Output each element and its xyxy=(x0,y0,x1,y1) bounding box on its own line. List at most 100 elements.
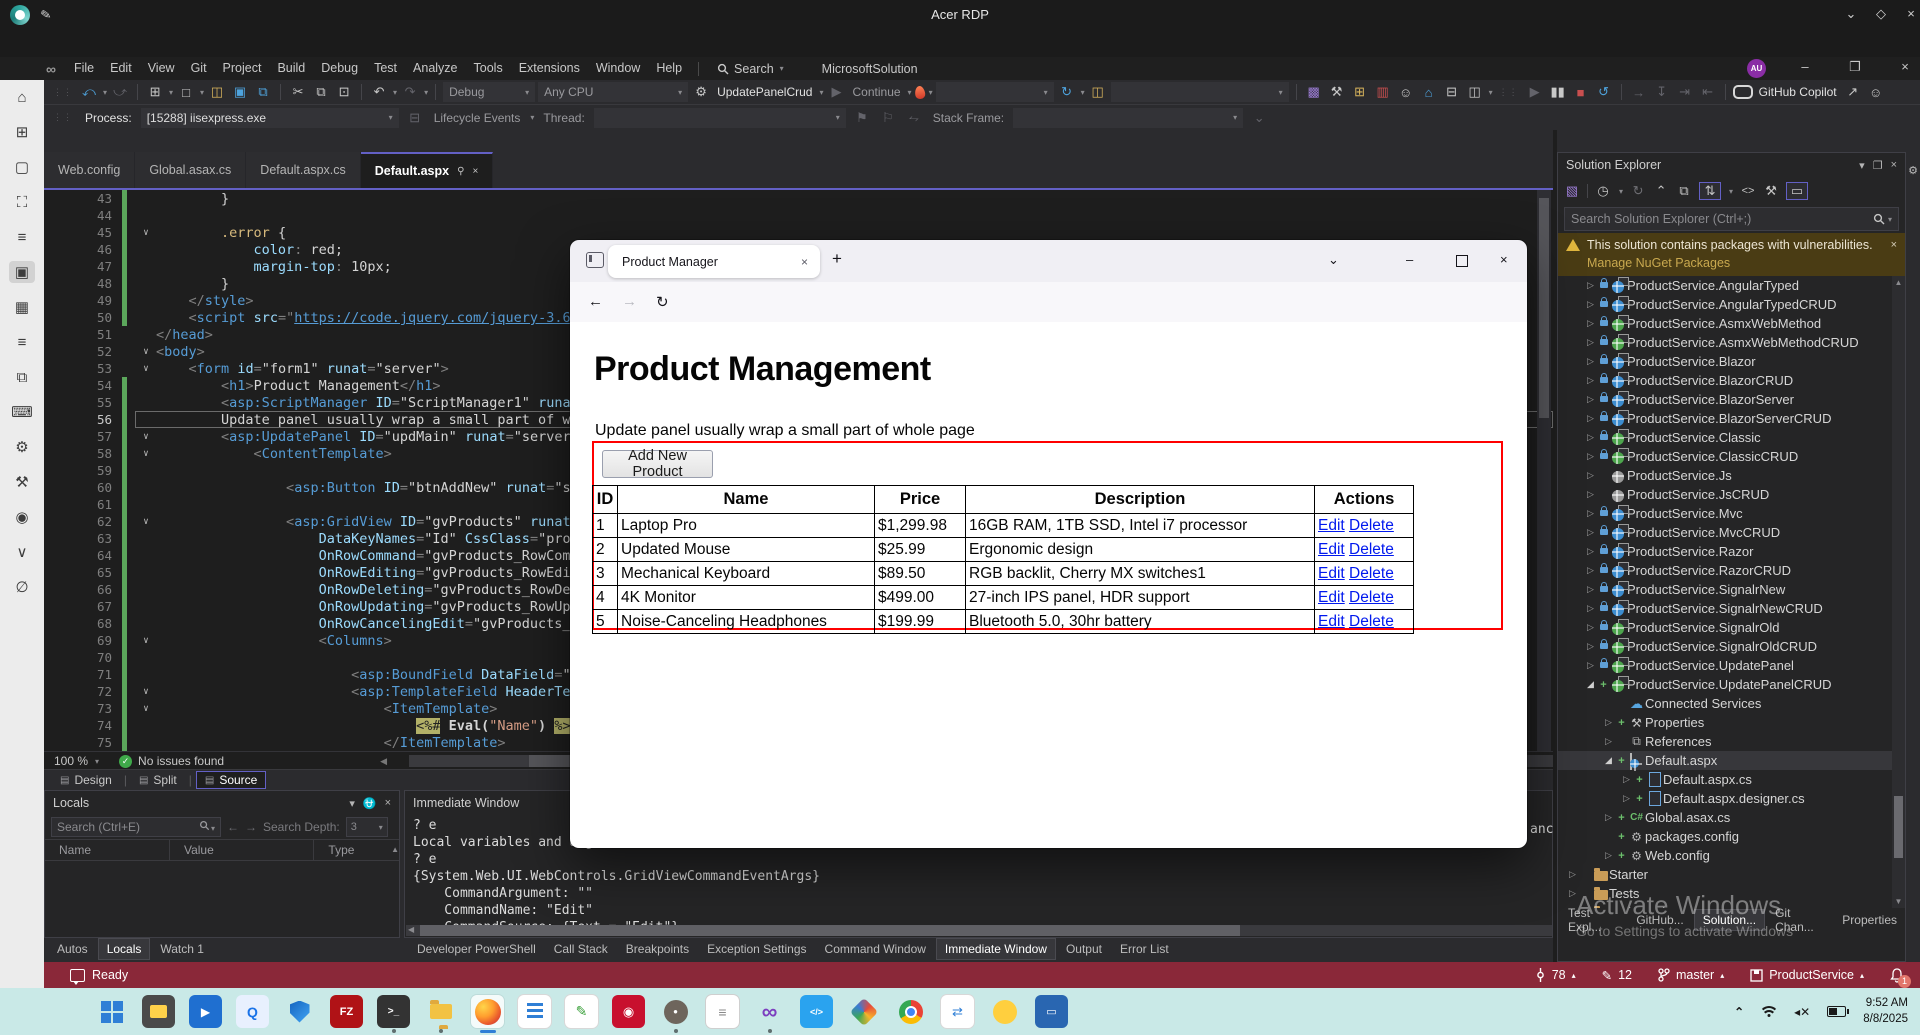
open-file-icon[interactable]: ◫ xyxy=(207,82,227,102)
tree-item-productservice-classic[interactable]: ▷ ProductService.Classic xyxy=(1558,428,1905,447)
solution-explorer-title-bar[interactable]: Solution Explorer ▾ ❐ × xyxy=(1558,153,1905,177)
manage-nuget-link[interactable]: Manage NuGet Packages xyxy=(1587,256,1897,270)
bottom-tab-immediate-window[interactable]: Immediate Window xyxy=(935,938,1056,960)
tree-item-properties[interactable]: ▷ + ⚒ Properties xyxy=(1558,713,1905,732)
unlink-icon[interactable]: ∅ xyxy=(9,576,35,598)
sync-with-active-document-icon[interactable]: ⇅ xyxy=(1699,182,1722,200)
collapsed-arrow-icon[interactable]: ▷ xyxy=(1584,565,1597,576)
menu-view[interactable]: View xyxy=(140,57,183,80)
gear-icon[interactable]: ⚙ xyxy=(1908,165,1918,177)
irfanview-icon[interactable]: ◉ xyxy=(612,995,645,1028)
menu-debug[interactable]: Debug xyxy=(313,57,366,80)
bottom-tab-exception-settings[interactable]: Exception Settings xyxy=(699,939,814,959)
add-document-icon[interactable]: ⊞ xyxy=(9,121,35,143)
collapsed-arrow-icon[interactable]: ▷ xyxy=(1584,280,1597,291)
pin-icon[interactable]: ⛎ xyxy=(363,797,377,810)
redo-icon[interactable]: ↷ xyxy=(400,82,420,102)
menu-window[interactable]: Window xyxy=(588,57,648,80)
cpu-select[interactable]: Any CPU ▾ xyxy=(538,82,689,102)
menu-project[interactable]: Project xyxy=(215,57,270,80)
tree-item-productservice-js[interactable]: ▷ ProductService.Js xyxy=(1558,466,1905,485)
notifications-bell[interactable]: 1 xyxy=(1890,967,1911,988)
editor-zoom-level[interactable]: 100 % xyxy=(54,754,88,768)
chevron-down-icon[interactable]: ∨ xyxy=(9,541,35,563)
tree-item-default-aspx-designer-cs[interactable]: ▷ + Default.aspx.designer.cs xyxy=(1558,789,1905,808)
browser-maximize-button[interactable] xyxy=(1456,255,1468,267)
tree-item-productservice-mvccrud[interactable]: ▷ ProductService.MvcCRUD xyxy=(1558,523,1905,542)
preview-icon[interactable]: ▭ xyxy=(1786,182,1809,200)
add-item-icon[interactable]: □ xyxy=(176,82,196,102)
refresh-icon[interactable]: ↻ xyxy=(1630,183,1646,199)
hot-reload-icon[interactable] xyxy=(913,84,926,100)
navigate-back-icon[interactable]: ⤺ xyxy=(79,82,99,102)
fold-chevron-icon[interactable]: ∨ xyxy=(136,429,156,444)
doc-tab-default.aspx[interactable]: Default.aspx ⚲ × xyxy=(360,152,494,188)
toolbar-grip[interactable]: ⋮⋮ xyxy=(53,112,73,123)
save-icon[interactable]: ▣ xyxy=(230,82,250,102)
people-icon[interactable]: ☺ xyxy=(1396,82,1416,102)
home-icon[interactable]: ⌂ xyxy=(1419,82,1439,102)
tree-item-productservice-mvc[interactable]: ▷ ProductService.Mvc xyxy=(1558,504,1905,523)
taskbar-clock[interactable]: 9:52 AM 8/8/2025 xyxy=(1863,996,1908,1027)
new-project-icon[interactable]: ⊞ xyxy=(145,82,165,102)
stack-frame-select[interactable]: ▾ xyxy=(1013,107,1244,128)
design-app-icon[interactable] xyxy=(847,995,880,1028)
refresh-icon[interactable]: ↻ xyxy=(1057,82,1077,102)
wrench-icon[interactable]: ⚒ xyxy=(1327,82,1347,102)
back-icon[interactable]: ← xyxy=(588,293,603,310)
collapsed-arrow-icon[interactable]: ▷ xyxy=(1602,850,1615,861)
collapse-all-icon[interactable]: ⌃ xyxy=(1653,183,1669,199)
tree-item-productservice-razor[interactable]: ▷ ProductService.Razor xyxy=(1558,542,1905,561)
tray-expand-icon[interactable]: ⌃ xyxy=(1734,1005,1744,1019)
tree-item-productservice-classiccrud[interactable]: ▷ ProductService.ClassicCRUD xyxy=(1558,447,1905,466)
collapsed-arrow-icon[interactable]: ▷ xyxy=(1584,413,1597,424)
tree-item-global-asax-cs[interactable]: ▷ + C# Global.asax.cs xyxy=(1558,808,1905,827)
menu-search[interactable]: Search ▾ xyxy=(707,62,794,76)
locals-title-bar[interactable]: Locals ▾ ⛎ × xyxy=(45,791,399,815)
scroll-up-icon[interactable]: ▲ xyxy=(1892,278,1905,287)
close-icon[interactable]: × xyxy=(1891,159,1897,172)
window-layout-icon[interactable]: ⊟ xyxy=(1442,82,1462,102)
pause-icon[interactable]: ▮▮ xyxy=(1548,82,1568,102)
keyboard-icon[interactable]: ⌨ xyxy=(9,401,35,423)
rdp-minimize-button[interactable]: ⌄ xyxy=(1838,6,1864,22)
add-window-icon[interactable]: ⊞ xyxy=(1350,82,1370,102)
edit-link[interactable]: Edit xyxy=(1318,517,1345,534)
terminal-icon[interactable]: >_ xyxy=(377,995,410,1033)
commits-status[interactable]: 78 ▴ xyxy=(1535,968,1576,982)
terminal-icon[interactable]: ◫ xyxy=(1465,82,1485,102)
pin-icon[interactable]: ⚲ xyxy=(457,166,464,177)
add-new-product-button[interactable]: Add New Product xyxy=(602,448,713,480)
menu-edit[interactable]: Edit xyxy=(102,57,140,80)
tab-close-icon[interactable]: × xyxy=(801,255,808,269)
list-tabs-icon[interactable]: ⌄ xyxy=(1328,252,1339,268)
tree-item-productservice-angulartyped[interactable]: ▷ ProductService.AngularTyped xyxy=(1558,276,1905,295)
collapsed-arrow-icon[interactable]: ▷ xyxy=(1584,432,1597,443)
locals-search-input[interactable]: Search (Ctrl+E) ▾ xyxy=(51,817,221,837)
vscode-icon[interactable]: </> xyxy=(800,995,833,1028)
sync-app-icon[interactable]: ⇄ xyxy=(941,995,974,1028)
feedback-icon[interactable]: ☺ xyxy=(1866,82,1886,102)
tree-item-connected-services[interactable]: ☁ Connected Services xyxy=(1558,694,1905,713)
collapsed-arrow-icon[interactable]: ▷ xyxy=(1584,470,1597,481)
collapsed-arrow-icon[interactable]: ▷ xyxy=(1584,527,1597,538)
list-icon[interactable]: ≡ xyxy=(9,226,35,248)
collapsed-arrow-icon[interactable]: ▷ xyxy=(1584,337,1597,348)
menu-extensions[interactable]: Extensions xyxy=(511,57,588,80)
step-into-icon[interactable]: → xyxy=(1629,82,1649,102)
flag-threads-icon[interactable]: ⚐ xyxy=(878,108,898,128)
empty-select[interactable]: ▾ xyxy=(935,82,1054,102)
chrome-icon[interactable] xyxy=(894,995,927,1028)
browse-with-icon[interactable]: ◫ xyxy=(1088,82,1108,102)
collapsed-arrow-icon[interactable]: ▷ xyxy=(1602,717,1615,728)
remote-desktop-icon[interactable]: ▭ xyxy=(1035,995,1068,1028)
toolbox-icon[interactable]: ▥ xyxy=(1373,82,1393,102)
debug-configuration-select[interactable]: Debug ▾ xyxy=(443,82,536,102)
locals-tab-autos[interactable]: Autos xyxy=(49,939,96,959)
collapsed-arrow-icon[interactable]: ▷ xyxy=(1620,793,1633,804)
record-icon[interactable]: ◉ xyxy=(9,506,35,528)
bottom-tab-call-stack[interactable]: Call Stack xyxy=(546,939,616,959)
toolbar-grip[interactable]: ⋮⋮ xyxy=(53,87,73,98)
scroll-up-icon[interactable]: ▲ xyxy=(377,840,399,860)
collapsed-arrow-icon[interactable]: ▷ xyxy=(1584,641,1597,652)
